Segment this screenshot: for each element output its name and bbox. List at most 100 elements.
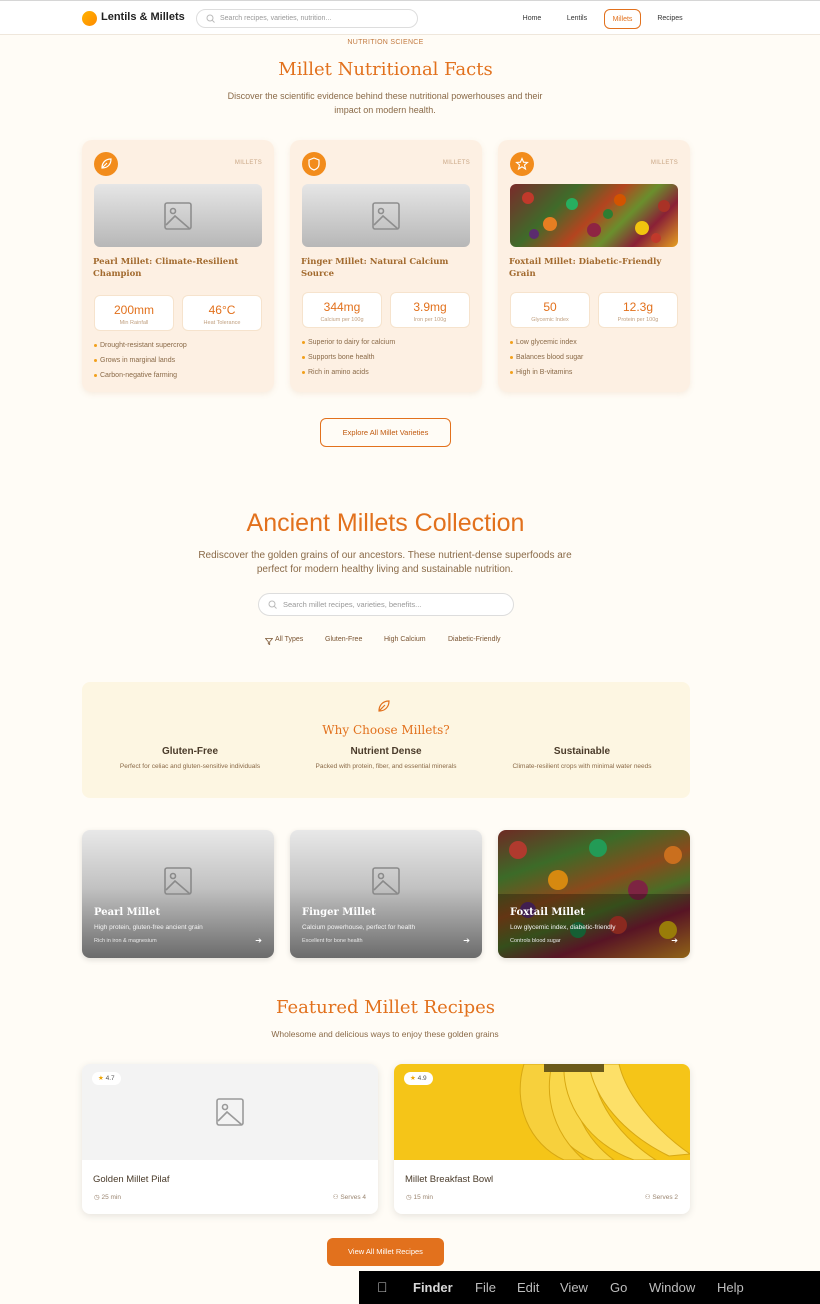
- collection-title: Ancient Millets Collection: [246, 509, 525, 537]
- nutrition-card-finger[interactable]: MILLETS Finger Millet: Natural Calcium S…: [290, 140, 482, 392]
- explore-varieties-button[interactable]: Explore All Millet Varieties: [320, 418, 451, 447]
- nutrition-card-pearl[interactable]: MILLETS Pearl Millet: Climate-Resilient …: [82, 140, 274, 392]
- time-value: 15 min: [413, 1194, 433, 1201]
- menu-go[interactable]: Go: [610, 1280, 627, 1295]
- image-placeholder: [82, 1064, 378, 1160]
- logo-icon[interactable]: [82, 11, 97, 26]
- recipes-subtitle: Wholesome and delicious ways to enjoy th…: [271, 1029, 499, 1039]
- menu-window[interactable]: Window: [649, 1280, 695, 1295]
- millet-card-finger[interactable]: Finger Millet Calcium powerhouse, perfec…: [290, 830, 482, 958]
- benefit-list: Drought-resistant supercrop Grows in mar…: [94, 338, 187, 383]
- benefit-item: High in B-vitamins: [510, 365, 583, 380]
- nav-lentils[interactable]: Lentils: [561, 9, 593, 29]
- image-placeholder: [302, 184, 470, 247]
- benefit-list: Superior to dairy for calcium Supports b…: [302, 335, 395, 380]
- rating-badge: ★ 4.9: [404, 1072, 433, 1085]
- serves-value: Serves 4: [340, 1194, 366, 1201]
- why-col-title: Sustainable: [553, 746, 611, 757]
- recipe-title: Millet Breakfast Bowl: [405, 1174, 494, 1185]
- star-icon: ★: [410, 1075, 416, 1082]
- card-tag: MILLETS: [234, 160, 262, 166]
- why-col-desc: Climate-resilient crops with minimal wat…: [512, 763, 652, 770]
- stat-heat: 46°C Heat Tolerance: [182, 295, 262, 331]
- rating-value: 4.7: [105, 1075, 115, 1082]
- view-all-recipes-button[interactable]: View All Millet Recipes: [327, 1238, 444, 1266]
- rating-badge: ★ 4.7: [92, 1072, 121, 1085]
- image-icon: [372, 867, 400, 895]
- site-header: Lentils & Millets Search recipes, variet…: [0, 1, 820, 35]
- arrow-right-icon[interactable]: ➔: [463, 936, 470, 945]
- millet-name: Pearl Millet: [94, 907, 161, 918]
- image-icon: [372, 201, 400, 230]
- nutrition-card-foxtail[interactable]: MILLETS Foxtail Millet: Diabetic-Friendl…: [498, 140, 690, 392]
- why-col-desc: Packed with protein, fiber, and essentia…: [315, 763, 457, 770]
- benefit-item: Grows in marginal lands: [94, 353, 187, 368]
- why-choose-panel: Why Choose Millets? Gluten-Free Perfect …: [82, 682, 690, 798]
- recipe-card-pilaf[interactable]: ★ 4.7 Golden Millet Pilaf ◷ 25 min ⚇ Ser…: [82, 1064, 378, 1214]
- star-icon: [510, 152, 534, 176]
- stat-protein: 12.3g Protein per 100g: [598, 292, 678, 328]
- filter-high-calcium[interactable]: High Calcium: [384, 636, 426, 643]
- stat-value: 12.3g: [622, 300, 654, 314]
- millet-note: Controls blood sugar: [510, 938, 561, 944]
- nav-recipes[interactable]: Recipes: [652, 9, 688, 29]
- millet-note: Excellent for bone health: [302, 938, 363, 944]
- benefit-item: Supports bone health: [302, 350, 395, 365]
- millet-card-pearl[interactable]: Pearl Millet High protein, gluten-free a…: [82, 830, 274, 958]
- why-gluten-free: Gluten-Free Perfect for celiac and glute…: [92, 746, 288, 770]
- benefit-item: Drought-resistant supercrop: [94, 338, 187, 353]
- search-icon: [268, 600, 277, 609]
- image-placeholder: [94, 184, 262, 247]
- millet-card-foxtail[interactable]: Foxtail Millet Low glycemic index, diabe…: [498, 830, 690, 958]
- card-tag: MILLETS: [442, 160, 470, 166]
- nutrition-title: Millet Nutritional Facts: [278, 59, 493, 80]
- stat-calcium: 344mg Calcium per 100g: [302, 292, 382, 328]
- menu-file[interactable]: File: [475, 1280, 496, 1295]
- recipe-time: ◷ 25 min: [94, 1193, 121, 1201]
- benefit-item: Balances blood sugar: [510, 350, 583, 365]
- filter-gluten-free[interactable]: Gluten-Free: [325, 636, 362, 643]
- collection-subtitle: Rediscover the golden grains of our ance…: [198, 550, 572, 575]
- arrow-right-icon[interactable]: ➔: [255, 936, 262, 945]
- stat-label: Protein per 100g: [617, 317, 659, 323]
- banana-photo: [394, 1064, 690, 1161]
- banana-illustration: [519, 1064, 690, 1161]
- clock-icon: ◷: [406, 1194, 412, 1201]
- nav-millets[interactable]: Millets: [604, 9, 641, 29]
- apple-icon[interactable]: : [377, 1279, 388, 1295]
- stat-value: 50: [543, 300, 557, 314]
- filter-diabetic-friendly[interactable]: Diabetic-Friendly: [448, 636, 501, 643]
- menu-finder[interactable]: Finder: [413, 1280, 453, 1295]
- benefit-list: Low glycemic index Balances blood sugar …: [510, 335, 583, 380]
- recipe-serves: ⚇ Serves 2: [645, 1193, 678, 1201]
- recipe-card-breakfast-bowl[interactable]: ★ 4.9 Millet Breakfast Bowl ◷ 15 min ⚇ S…: [394, 1064, 690, 1214]
- stat-value: 3.9mg: [413, 300, 447, 314]
- logo-text[interactable]: Lentils & Millets: [101, 11, 185, 23]
- stat-rainfall: 200mm Min Rainfall: [94, 295, 174, 331]
- menu-help[interactable]: Help: [717, 1280, 744, 1295]
- millet-desc: High protein, gluten-free ancient grain: [94, 924, 203, 931]
- filter-icon: [265, 638, 273, 645]
- menu-view[interactable]: View: [560, 1280, 588, 1295]
- benefit-item: Superior to dairy for calcium: [302, 335, 395, 350]
- rating-value: 4.9: [417, 1075, 427, 1082]
- filter-all-types[interactable]: All Types: [275, 636, 303, 643]
- arrow-right-icon[interactable]: ➔: [671, 936, 678, 945]
- millet-desc: Calcium powerhouse, perfect for health: [302, 924, 416, 931]
- produce-texture: [522, 192, 670, 243]
- why-title: Why Choose Millets?: [322, 723, 450, 737]
- image-icon: [164, 867, 192, 895]
- stat-label: Glycemic Index: [531, 317, 569, 323]
- stat-glycemic: 50 Glycemic Index: [510, 292, 590, 328]
- card-title: Pearl Millet: Climate-Resilient Champion: [93, 257, 239, 279]
- header-search-input[interactable]: Search recipes, varieties, nutrition...: [196, 9, 418, 28]
- image-icon: [216, 1098, 244, 1126]
- nav-home[interactable]: Home: [517, 9, 547, 29]
- menu-edit[interactable]: Edit: [517, 1280, 539, 1295]
- benefit-item: Low glycemic index: [510, 335, 583, 350]
- millet-search-input[interactable]: Search millet recipes, varieties, benefi…: [258, 593, 514, 616]
- star-icon: ★: [98, 1075, 104, 1082]
- card-title: Finger Millet: Natural Calcium Source: [301, 257, 449, 279]
- recipe-time: ◷ 15 min: [406, 1193, 433, 1201]
- stat-label: Calcium per 100g: [320, 317, 364, 323]
